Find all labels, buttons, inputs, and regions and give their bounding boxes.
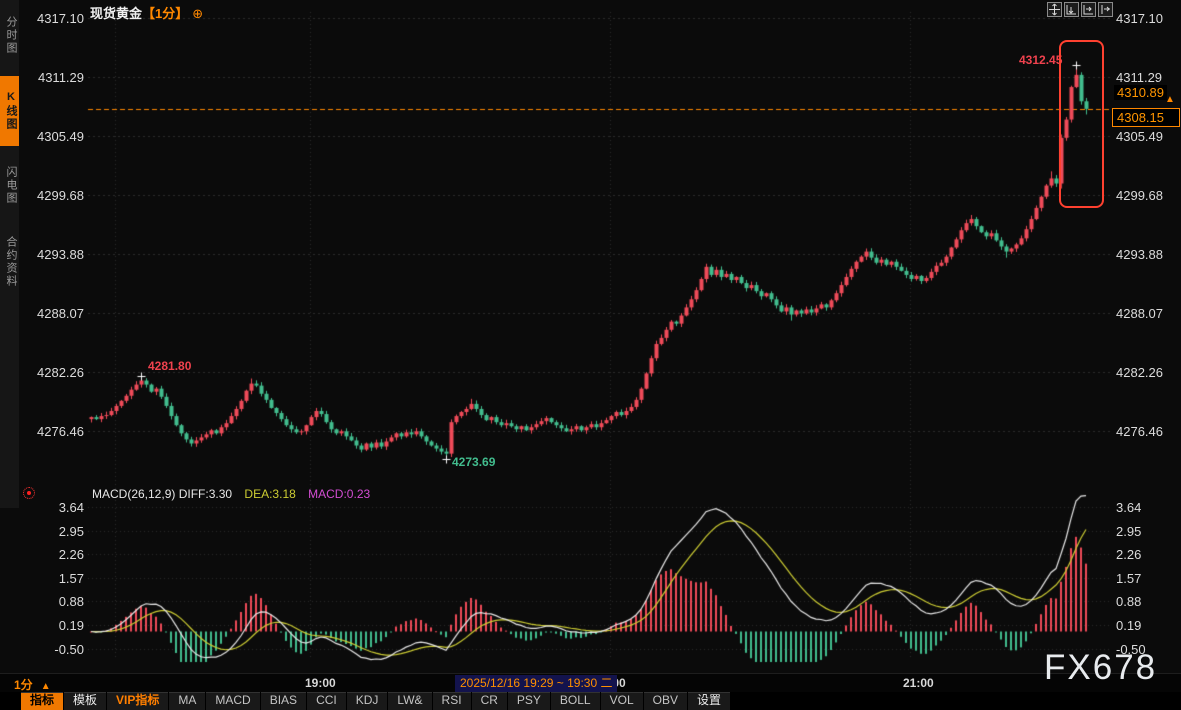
macd-header: MACD(26,12,9) DIFF:3.30 DEA:3.18 MACD:0.… bbox=[92, 487, 370, 501]
sidebar-tab-2[interactable]: K线图 bbox=[0, 76, 19, 146]
chart-canvas[interactable] bbox=[0, 0, 1181, 710]
pane-down-icon[interactable] bbox=[1064, 2, 1079, 17]
price-tick-label: 4288.07 bbox=[36, 306, 84, 321]
price-up-arrow-icon: ▲ bbox=[1165, 95, 1175, 105]
indicator-dot-icon[interactable] bbox=[23, 487, 35, 499]
toolbar-button-15[interactable]: OBV bbox=[644, 692, 688, 710]
price-tick-label: 4317.10 bbox=[36, 11, 84, 26]
price-tick-label: 4282.26 bbox=[1116, 365, 1163, 380]
toolbar-button-4[interactable]: MA bbox=[169, 692, 206, 710]
macd-tick-label: 2.26 bbox=[36, 547, 84, 562]
current-bar-timestamp: 2025/12/16 19:29 ~ 19:30 二 bbox=[455, 675, 617, 692]
price-tick-label: 4282.26 bbox=[36, 365, 84, 380]
macd-tick-label: 3.64 bbox=[1116, 500, 1141, 515]
toolbar-button-12[interactable]: PSY bbox=[508, 692, 551, 710]
sidebar-tab-3[interactable]: 闪电图 bbox=[0, 154, 19, 216]
secondary-price-label: 4310.89 bbox=[1114, 85, 1167, 100]
macd-macd-value: MACD:0.23 bbox=[308, 487, 370, 501]
toolbar-button-13[interactable]: BOLL bbox=[551, 692, 601, 710]
toolbar-button-7[interactable]: CCI bbox=[307, 692, 347, 710]
macd-tick-label: 0.19 bbox=[36, 618, 84, 633]
price-tick-label: 4276.46 bbox=[36, 424, 84, 439]
macd-tick-label: 0.19 bbox=[1116, 618, 1141, 633]
macd-dea-value: DEA:3.18 bbox=[244, 487, 295, 501]
macd-name-label: MACD(26,12,9) bbox=[92, 487, 175, 501]
price-tick-label: 4276.46 bbox=[1116, 424, 1163, 439]
indicator-toolbar: 指标模板VIP指标MAMACDBIASCCIKDJLW&RSICRPSYBOLL… bbox=[0, 692, 1181, 710]
toolbar-button-16[interactable]: 设置 bbox=[688, 692, 731, 710]
toolbar-button-11[interactable]: CR bbox=[472, 692, 508, 710]
toolbar-button-5[interactable]: MACD bbox=[206, 692, 260, 710]
session-high-annotation: 4312.45 bbox=[1019, 53, 1062, 67]
period-badge[interactable]: 1分▲ bbox=[14, 676, 51, 693]
macd-tick-label: 0.88 bbox=[36, 594, 84, 609]
chart-header: 现货黄金【1分】 ⊕ bbox=[90, 3, 203, 22]
expand-icon[interactable]: ⊕ bbox=[192, 6, 203, 21]
chevron-up-icon: ▲ bbox=[41, 681, 51, 692]
pane-play-icon[interactable] bbox=[1081, 2, 1096, 17]
period-tag: 【1分】 bbox=[142, 6, 188, 21]
price-tick-label: 4311.29 bbox=[36, 70, 84, 85]
price-tick-label: 4293.88 bbox=[36, 247, 84, 262]
toolbar-button-1[interactable]: 指标 bbox=[21, 692, 64, 710]
macd-tick-label: 1.57 bbox=[1116, 571, 1141, 586]
macd-tick-label: 2.95 bbox=[36, 524, 84, 539]
macd-tick-label: 1.57 bbox=[36, 571, 84, 586]
session-low-annotation: 4273.69 bbox=[452, 455, 495, 469]
time-label: 19:00 bbox=[305, 676, 336, 690]
price-tick-label: 4299.68 bbox=[36, 188, 84, 203]
instrument-title: 现货黄金 bbox=[90, 6, 142, 21]
toolbar-button-10[interactable]: RSI bbox=[433, 692, 472, 710]
watermark: FX678 bbox=[1044, 648, 1157, 688]
macd-tick-label: 2.26 bbox=[1116, 547, 1141, 562]
crosshair-tool-icon[interactable] bbox=[1047, 2, 1062, 17]
price-tick-label: 4305.49 bbox=[1116, 129, 1163, 144]
price-tick-label: 4288.07 bbox=[1116, 306, 1163, 321]
price-tick-label: 4317.10 bbox=[1116, 11, 1163, 26]
chart-tool-icons bbox=[1047, 2, 1113, 17]
macd-tick-label: 0.88 bbox=[1116, 594, 1141, 609]
price-tick-label: 4293.88 bbox=[1116, 247, 1163, 262]
toolbar-button-6[interactable]: BIAS bbox=[261, 692, 307, 710]
local-high-annotation: 4281.80 bbox=[148, 359, 191, 373]
macd-diff-value: DIFF:3.30 bbox=[179, 487, 232, 501]
time-label: 21:00 bbox=[903, 676, 934, 690]
price-tick-label: 4311.29 bbox=[1116, 70, 1162, 85]
toolbar-button-14[interactable]: VOL bbox=[601, 692, 644, 710]
toolbar-button-3[interactable]: VIP指标 bbox=[107, 692, 169, 710]
price-tick-label: 4305.49 bbox=[36, 129, 84, 144]
toolbar-button-9[interactable]: LW& bbox=[388, 692, 432, 710]
price-tick-label: 4299.68 bbox=[1116, 188, 1163, 203]
last-price-box: 4308.15 bbox=[1112, 108, 1180, 127]
highlight-box bbox=[1059, 40, 1104, 208]
sidebar-tab-4[interactable]: 合约资料 bbox=[0, 222, 19, 302]
pane-export-icon[interactable] bbox=[1098, 2, 1113, 17]
macd-tick-label: -0.50 bbox=[36, 642, 84, 657]
left-sidebar: 分时图 K线图闪电图合约资料 bbox=[0, 0, 19, 508]
trading-app-window: 分时图 K线图闪电图合约资料 现货黄金【1分】 ⊕ 4317.10 4317.10 43… bbox=[0, 0, 1181, 710]
time-axis-row: 1分▲ 19:0020:0021:00 2025/12/16 19:29 ~ 1… bbox=[0, 673, 1181, 693]
macd-tick-label: 2.95 bbox=[1116, 524, 1141, 539]
toolbar-button-2[interactable]: 模板 bbox=[64, 692, 107, 710]
sidebar-tab-1[interactable]: 分时图 bbox=[0, 4, 19, 66]
toolbar-button-8[interactable]: KDJ bbox=[347, 692, 389, 710]
macd-tick-label: 3.64 bbox=[36, 500, 84, 515]
